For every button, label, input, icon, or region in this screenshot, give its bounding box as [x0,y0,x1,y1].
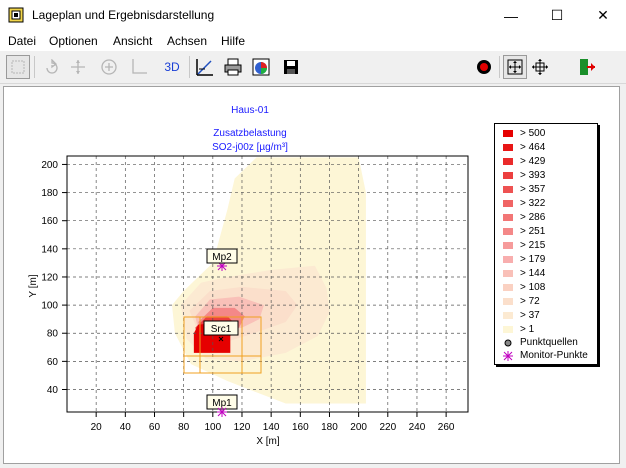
legend-item: > 108 [503,281,545,294]
legend-swatch [503,256,513,263]
x-axis-label: X [m] [256,436,280,447]
legend-item: > 500 [503,127,545,140]
y-tick-label: 60 [47,357,59,368]
legend-item-label: > 286 [520,212,546,223]
legend-item: > 1 [503,323,534,336]
plot-title: Haus-01 [231,105,269,116]
legend-item-label: > 37 [520,310,540,321]
x-tick-label: 20 [91,422,103,433]
legend-item-label: > 464 [520,142,546,153]
x-tick-label: 100 [204,422,221,433]
legend-swatch [503,228,513,235]
src1-label: Src1 [211,324,232,335]
legend-item-label: > 357 [520,184,546,195]
concentration-field [171,157,366,404]
legend-point-sources-label: Punktquellen [520,337,578,348]
legend-monitor-points: Monitor-Punkte [503,349,588,362]
legend-item: > 393 [503,169,545,182]
x-tick-label: 220 [379,422,396,433]
y-axis-label: Y [m] [28,274,39,297]
legend-swatch [503,284,513,291]
x-tick-label: 260 [438,422,455,433]
legend-item: > 72 [503,295,540,308]
legend-swatch [503,312,513,319]
x-tick-label: 240 [409,422,426,433]
legend-item: > 179 [503,253,545,266]
legend-item-label: > 500 [520,128,546,139]
x-tick-label: 160 [292,422,309,433]
legend-item-label: > 144 [520,268,546,279]
legend-item: > 286 [503,211,545,224]
legend-item-label: > 179 [520,254,546,265]
y-tick-label: 40 [47,385,59,396]
legend-swatch [503,172,513,179]
x-tick-label: 180 [321,422,338,433]
plot-subtitle: Zusatzbelastung [213,128,286,139]
y-tick-label: 140 [41,244,58,255]
legend-item-label: > 393 [520,170,546,181]
legend-monitor-points-label: Monitor-Punkte [520,350,588,361]
legend-swatch [503,144,513,151]
legend-item: > 215 [503,239,545,252]
y-tick-label: 180 [41,188,58,199]
x-tick-label: 80 [178,422,190,433]
x-tick-label: 60 [149,422,161,433]
legend-point-sources: Punktquellen [503,336,578,349]
legend-item: > 464 [503,141,545,154]
legend-swatch [503,298,513,305]
legend-item-label: > 251 [520,226,546,237]
legend-item-label: > 1 [520,324,535,335]
point-source-icon [504,339,512,346]
x-tick-label: 140 [263,422,280,433]
legend-item-label: > 429 [520,156,546,167]
x-tick-label: 200 [350,422,367,433]
legend-item: > 37 [503,309,540,322]
legend-swatch [503,326,513,333]
legend: > 500 > 464 > 429 > 393 > 357 > 322 > 286 > 251… [494,123,598,365]
legend-item: > 357 [503,183,545,196]
monitor-point-icon [503,350,513,361]
plot-substance: SO2-j00z [µg/m³] [212,142,288,153]
y-tick-label: 100 [41,301,58,312]
legend-swatch [503,270,513,277]
y-tick-label: 160 [41,216,58,227]
legend-item-label: > 108 [520,282,546,293]
legend-item: > 429 [503,155,545,168]
legend-swatch [503,186,513,193]
legend-swatch [503,214,513,221]
legend-item-label: > 72 [520,296,540,307]
legend-item-label: > 322 [520,198,546,209]
y-tick-label: 80 [47,329,59,340]
monitor-point-mp1[interactable]: Mp1 [206,394,238,417]
x-tick-label: 40 [120,422,132,433]
y-tick-label: 120 [41,272,58,283]
legend-swatch [503,130,513,137]
legend-swatch [503,158,513,165]
y-tick-label: 200 [41,160,58,171]
legend-item: > 144 [503,267,545,280]
legend-swatch [503,200,513,207]
legend-item-label: > 215 [520,240,546,251]
x-tick-label: 120 [234,422,251,433]
legend-item: > 322 [503,197,545,210]
mp2-label: Mp2 [212,252,232,263]
legend-item: > 251 [503,225,545,238]
legend-swatch [503,242,513,249]
